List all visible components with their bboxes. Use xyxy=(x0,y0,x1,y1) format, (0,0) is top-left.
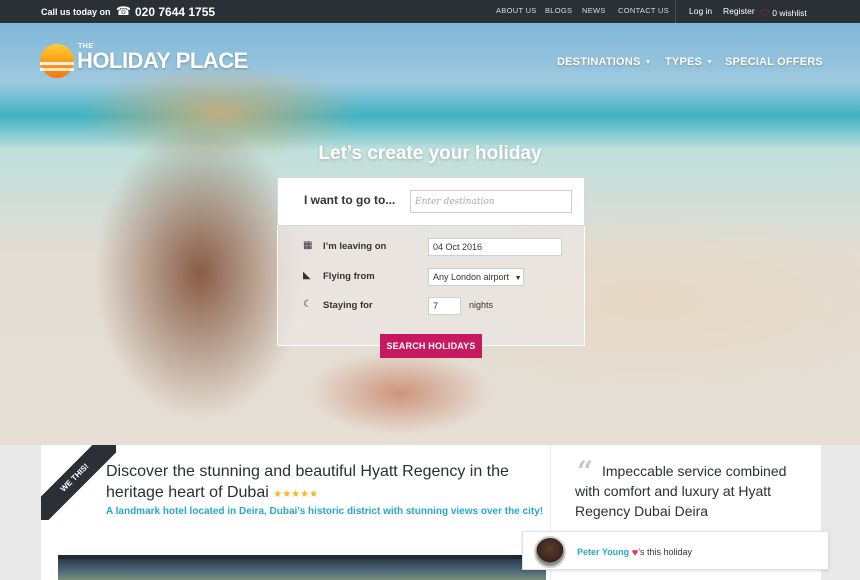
contact-us-link[interactable]: CONTACT US xyxy=(618,6,669,15)
hotel-quote: Impeccable service combined with comfort… xyxy=(575,461,810,521)
wishlist-link[interactable]: ♡ 0 wishlist xyxy=(760,6,807,20)
hotel-quote-text: Impeccable service combined with comfort… xyxy=(575,463,787,519)
calendar-icon: ▦ xyxy=(303,240,313,251)
ribbon-band: WE THIS! xyxy=(41,445,116,520)
nav-types[interactable]: TYPES ▼ xyxy=(665,56,713,68)
phone-contact: Call us today on ☎ 020 7644 1755 xyxy=(41,4,215,19)
airport-select-value: Any London airport xyxy=(433,272,510,282)
flying-row: ◣ Flying from Any London airport ▼ xyxy=(303,268,563,286)
nav-destinations[interactable]: DESTINATIONS ▼ xyxy=(557,56,652,68)
phone-number[interactable]: 020 7644 1755 xyxy=(135,5,215,19)
hero-headline: Let’s create your holiday xyxy=(318,143,542,164)
blogs-link[interactable]: BLOGS xyxy=(545,6,572,15)
chevron-down-icon: ▼ xyxy=(706,59,714,66)
news-link[interactable]: NEWS xyxy=(582,6,606,15)
leaving-label: I’m leaving on xyxy=(323,241,387,252)
search-options: ▦ I’m leaving on 04 Oct 2016 ◣ Flying fr… xyxy=(277,226,585,346)
dropdown-arrow-icon: ▼ xyxy=(514,275,522,282)
destination-label: I want to go to... xyxy=(304,193,396,207)
register-link[interactable]: Register xyxy=(723,6,755,16)
nights-label: nights xyxy=(469,300,494,310)
wishlist-count: 0 wishlist xyxy=(772,8,807,18)
hero-banner: THE HOLIDAY PLACE DESTINATIONS ▼ TYPES ▼ S… xyxy=(0,23,860,445)
sunset-logo-icon xyxy=(40,44,74,78)
reviewer-name[interactable]: Peter Young xyxy=(577,547,629,557)
destination-input[interactable] xyxy=(410,190,572,213)
staying-row: ☾ Staying for 7 nights xyxy=(303,297,563,315)
date-input[interactable]: 04 Oct 2016 xyxy=(428,238,562,256)
logo-name: HOLIDAY PLACE xyxy=(77,48,248,73)
moon-icon: ☾ xyxy=(303,299,312,310)
airport-select[interactable]: Any London airport ▼ xyxy=(428,268,524,286)
about-us-link[interactable]: ABOUT US xyxy=(496,6,537,15)
hotel-subtitle: A landmark hotel located in Deira, Dubai… xyxy=(106,506,544,517)
avatar xyxy=(534,536,566,568)
top-bar: Call us today on ☎ 020 7644 1755 ABOUT US… xyxy=(0,0,860,23)
testimonial-text: Peter Young ♥'s this holiday xyxy=(577,546,692,559)
nav-destinations-label: DESTINATIONS xyxy=(557,56,641,68)
leaving-row: ▦ I’m leaving on 04 Oct 2016 xyxy=(303,238,563,256)
we-love-this-ribbon: WE THIS! xyxy=(41,445,116,520)
hotel-title: Discover the stunning and beautiful Hyat… xyxy=(106,461,536,505)
holiday-search-form: I want to go to... ▦ I’m leaving on 04 O… xyxy=(277,177,585,358)
nav-special-offers[interactable]: SPECIAL OFFERS xyxy=(725,56,823,68)
topbar-divider xyxy=(675,0,676,23)
testimonial-suffix: 's this holiday xyxy=(638,547,692,557)
ribbon-text: WE THIS! xyxy=(58,461,91,494)
nav-special-offers-label: SPECIAL OFFERS xyxy=(725,56,823,68)
testimonial-popup[interactable]: Peter Young ♥'s this holiday xyxy=(522,531,829,570)
star-rating: ★★★★★ xyxy=(273,489,319,500)
destination-section: I want to go to... xyxy=(277,177,585,226)
staying-label: Staying for xyxy=(323,300,373,311)
nav-types-label: TYPES xyxy=(665,56,703,68)
nights-input[interactable]: 7 xyxy=(428,297,461,315)
hotel-photo[interactable] xyxy=(58,555,546,580)
call-label: Call us today on xyxy=(41,7,111,17)
flying-label: Flying from xyxy=(323,271,375,282)
search-holidays-button[interactable]: SEARCH HOLIDAYS xyxy=(380,334,482,358)
telephone-icon: ☎ xyxy=(116,4,131,18)
heart-icon: ♥ xyxy=(631,547,639,559)
login-link[interactable]: Log in xyxy=(689,6,712,16)
heart-icon: ♡ xyxy=(760,8,770,20)
plane-icon: ◣ xyxy=(303,270,311,281)
chevron-down-icon: ▼ xyxy=(644,59,652,66)
